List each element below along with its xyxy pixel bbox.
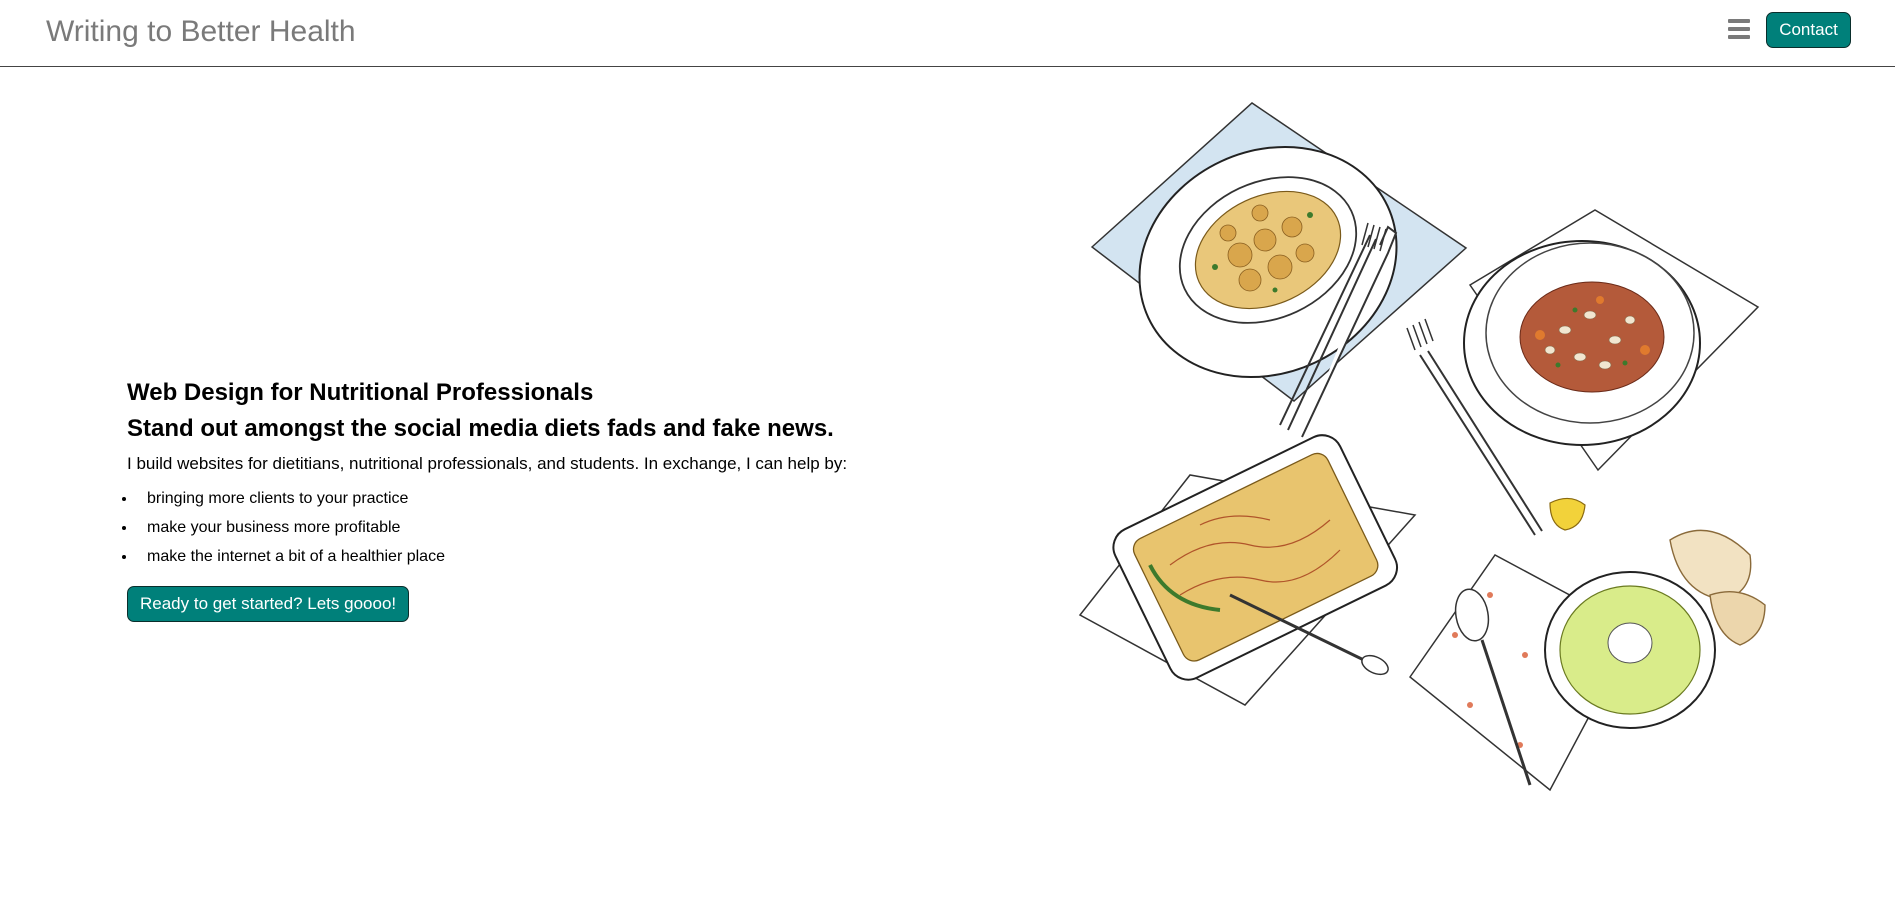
site-header: Writing to Better Health Contact <box>0 0 1895 67</box>
food-illustration <box>1078 102 1766 792</box>
get-started-button[interactable]: Ready to get started? Lets goooo! <box>127 586 410 622</box>
benefit-item: make your business more profitable <box>137 513 1027 542</box>
hero-subheading: Stand out amongst the social media diets… <box>127 415 834 442</box>
hero-intro: I build websites for dietitians, nutriti… <box>127 454 848 473</box>
soup-bowl-illustration <box>1408 529 1766 792</box>
contact-button[interactable]: Contact <box>1766 12 1851 48</box>
benefits-list: bringing more clients to your practice m… <box>112 484 1027 571</box>
bean-stew-illustration <box>1406 209 1760 536</box>
benefit-item: make the internet a bit of a healthier p… <box>137 542 1027 571</box>
lasagna-dish-illustration <box>1078 434 1417 706</box>
benefit-item: bringing more clients to your practice <box>137 484 1027 513</box>
site-title[interactable]: Writing to Better Health <box>46 15 356 49</box>
hamburger-menu-icon[interactable] <box>1728 19 1750 39</box>
hero-heading: Web Design for Nutritional Professionals <box>127 379 594 406</box>
hero-section: Web Design for Nutritional Professionals… <box>127 376 1027 622</box>
gratin-dish-illustration <box>1090 102 1468 438</box>
